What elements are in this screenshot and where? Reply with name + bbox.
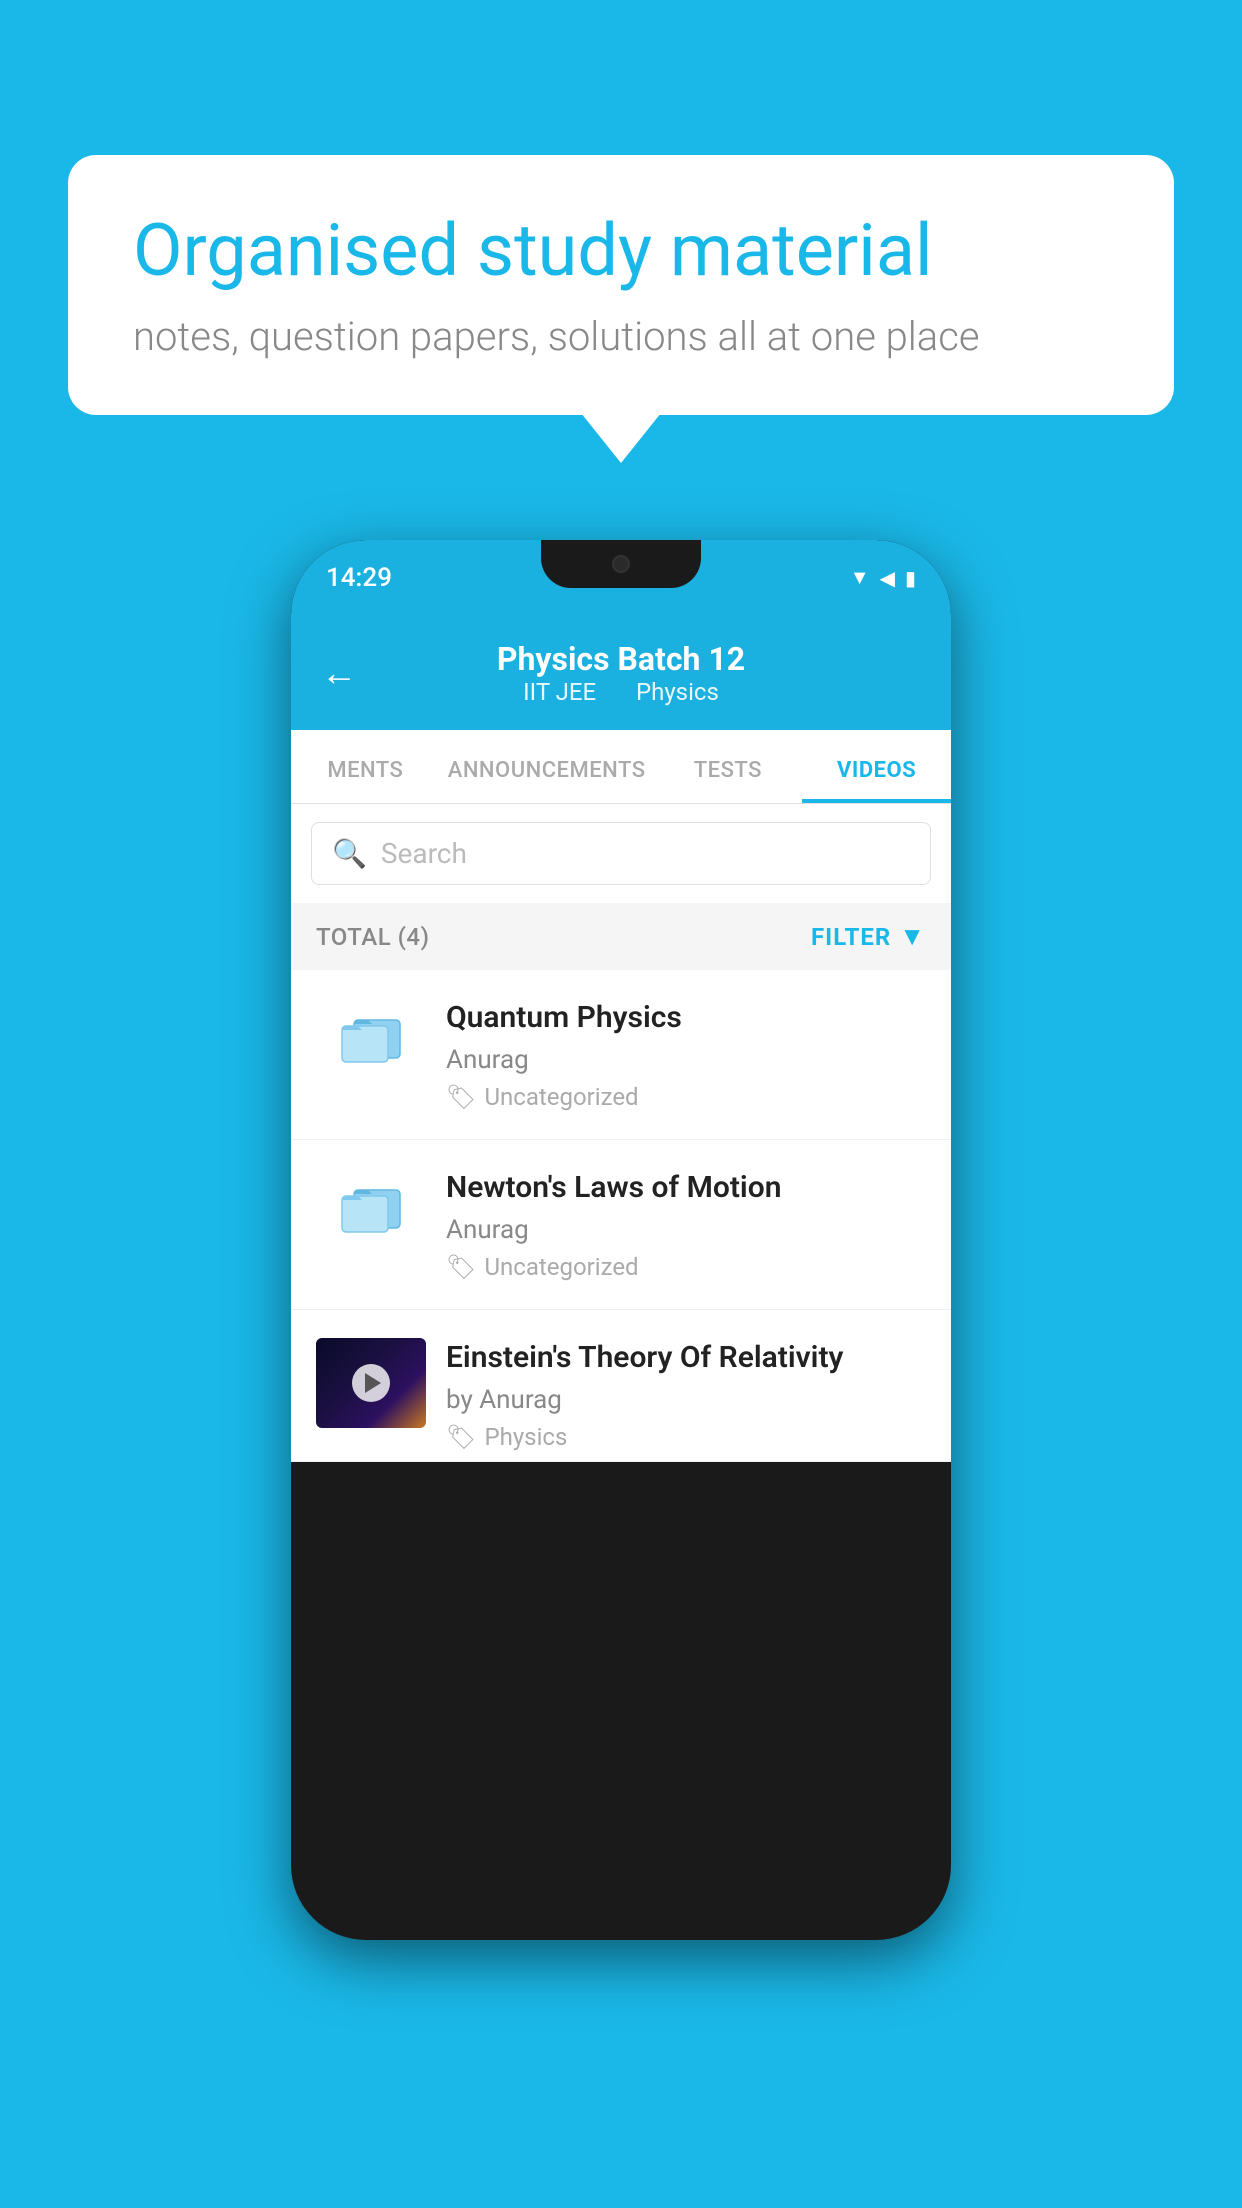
subtitle-iit: IIT JEE [523,678,596,706]
back-button[interactable]: ← [321,652,357,694]
content-list: Quantum Physics Anurag 🏷 Uncategorized [291,970,951,1462]
phone-wrapper: 14:29 ▼ ◀ ▮ ← Physics Batch 12 IIT JEE P… [291,540,951,1940]
tab-ments[interactable]: MENTS [291,730,440,803]
signal-icon: ◀ [880,566,895,590]
item-tag-1: 🏷 Uncategorized [446,1083,926,1111]
speech-bubble-section: Organised study material notes, question… [68,155,1174,415]
phone-frame: 14:29 ▼ ◀ ▮ ← Physics Batch 12 IIT JEE P… [291,540,951,1940]
tab-tests[interactable]: TESTS [654,730,803,803]
item-info-3: Einstein's Theory Of Relativity by Anura… [446,1338,926,1451]
filter-button[interactable]: FILTER ▼ [811,921,926,952]
item-author-3: by Anurag [446,1385,926,1415]
total-count: TOTAL (4) [316,923,429,951]
list-item[interactable]: Newton's Laws of Motion Anurag 🏷 Uncateg… [291,1140,951,1310]
filter-funnel-icon: ▼ [899,921,926,952]
app-header: ← Physics Batch 12 IIT JEE Physics [291,615,951,730]
tag-icon-3: 🏷 [446,1423,476,1451]
search-placeholder-text: Search [381,837,467,870]
tag-label-2: Uncategorized [484,1253,638,1281]
bubble-subtitle: notes, question papers, solutions all at… [133,313,1109,360]
header-center: Physics Batch 12 IIT JEE Physics [497,640,745,706]
subtitle-physics: Physics [636,678,719,706]
filter-bar: TOTAL (4) FILTER ▼ [291,903,951,970]
item-info-1: Quantum Physics Anurag 🏷 Uncategorized [446,998,926,1111]
item-info-2: Newton's Laws of Motion Anurag 🏷 Uncateg… [446,1168,926,1281]
notch [541,540,701,588]
tag-label-1: Uncategorized [484,1083,638,1111]
tab-videos[interactable]: VIDEOS [802,730,951,803]
folder-icon-wrap-2 [316,1168,426,1234]
status-time: 14:29 [326,563,392,593]
item-author-2: Anurag [446,1215,926,1245]
bubble-title: Organised study material [133,210,1109,293]
item-title-1: Quantum Physics [446,998,926,1037]
search-icon: 🔍 [332,837,367,870]
play-triangle-icon [365,1373,381,1393]
list-item[interactable]: Einstein's Theory Of Relativity by Anura… [291,1310,951,1462]
status-icons: ▼ ◀ ▮ [850,565,916,590]
wifi-icon: ▼ [850,565,870,590]
folder-icon [336,1004,406,1064]
battery-icon: ▮ [905,566,916,590]
tag-icon-2: 🏷 [446,1253,476,1281]
item-title-2: Newton's Laws of Motion [446,1168,926,1207]
batch-subtitle: IIT JEE Physics [497,678,745,706]
item-author-1: Anurag [446,1045,926,1075]
folder-icon [336,1174,406,1234]
play-button[interactable] [352,1364,390,1402]
filter-label: FILTER [811,923,891,951]
folder-icon-wrap-1 [316,998,426,1064]
video-thumbnail-3 [316,1338,426,1428]
list-item[interactable]: Quantum Physics Anurag 🏷 Uncategorized [291,970,951,1140]
item-tag-3: 🏷 Physics [446,1423,926,1451]
search-area: 🔍 Search [291,804,951,903]
item-tag-2: 🏷 Uncategorized [446,1253,926,1281]
item-title-3: Einstein's Theory Of Relativity [446,1338,926,1377]
search-input-wrap[interactable]: 🔍 Search [311,822,931,885]
tabs-bar: MENTS ANNOUNCEMENTS TESTS VIDEOS [291,730,951,804]
batch-title: Physics Batch 12 [497,640,745,678]
thumb-bg [316,1338,426,1428]
status-bar: 14:29 ▼ ◀ ▮ [291,540,951,615]
tab-announcements[interactable]: ANNOUNCEMENTS [440,730,654,803]
speech-bubble: Organised study material notes, question… [68,155,1174,415]
tag-icon-1: 🏷 [446,1083,476,1111]
camera-dot [612,555,630,573]
tag-label-3: Physics [484,1423,567,1451]
